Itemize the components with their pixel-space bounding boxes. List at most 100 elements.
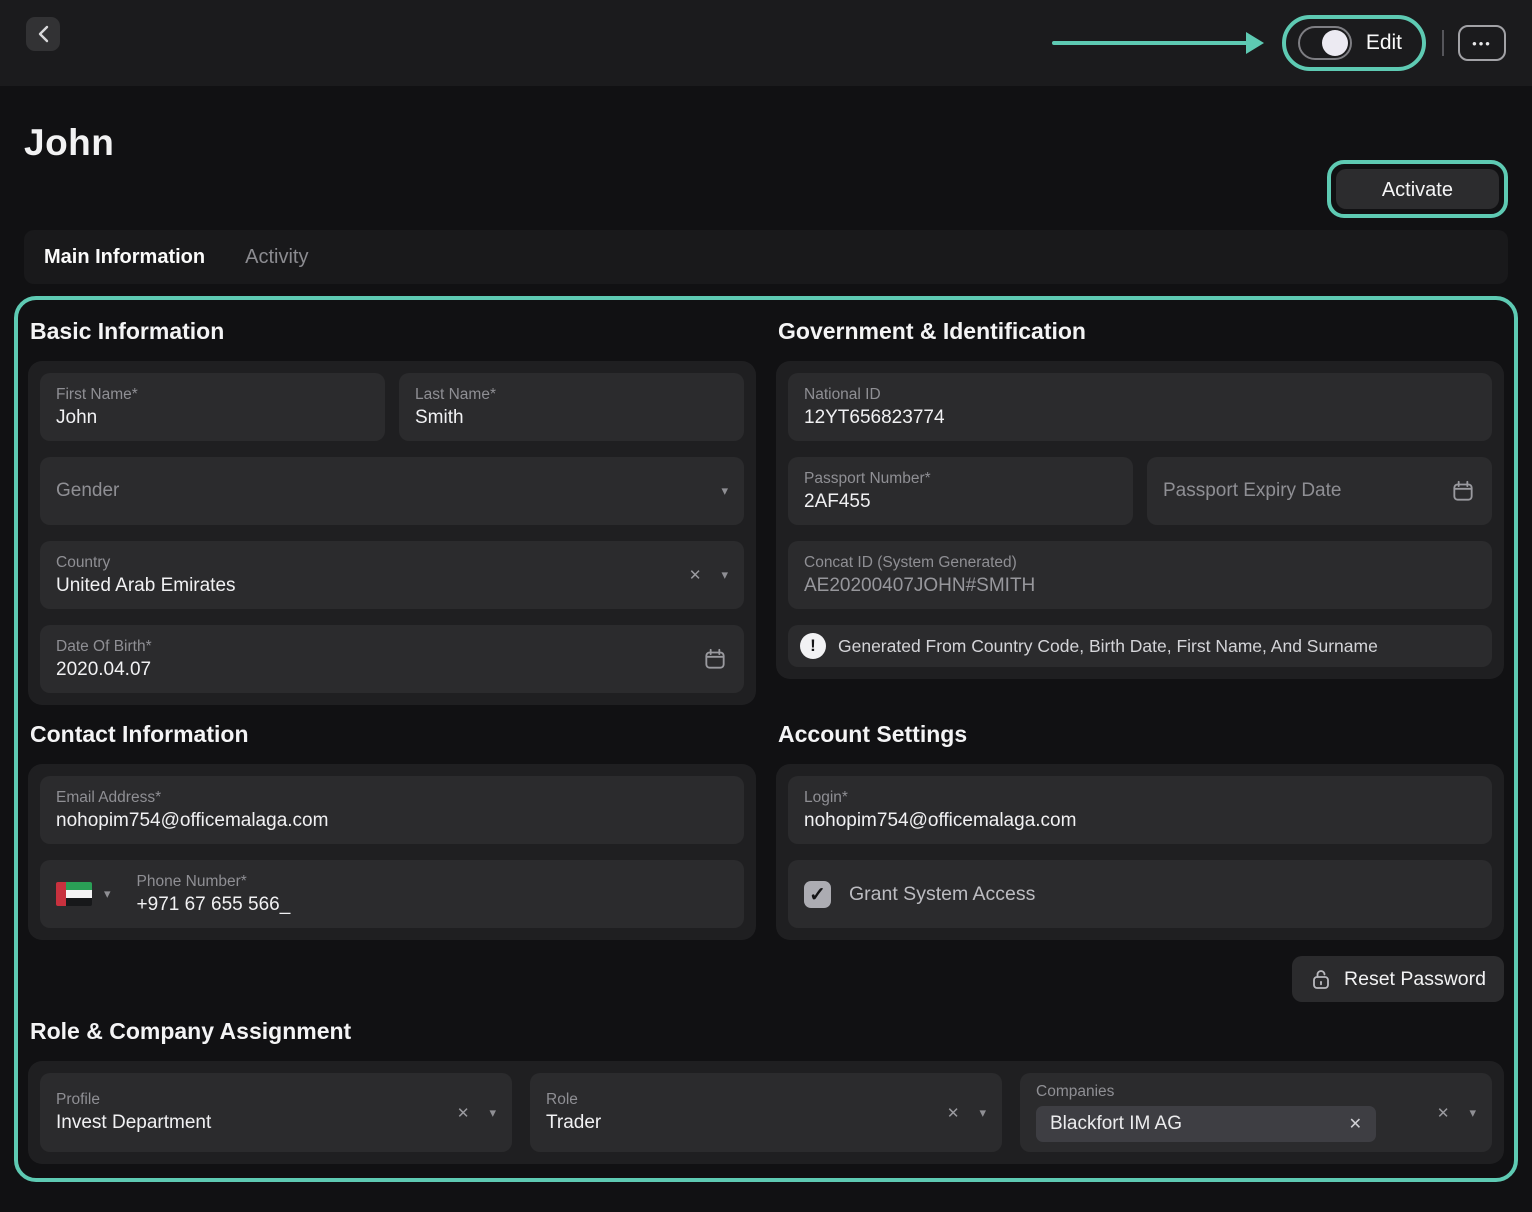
- last-name-field[interactable]: Last Name* Smith: [399, 373, 744, 441]
- role-label: Role: [546, 1091, 935, 1109]
- more-options-button[interactable]: •••: [1458, 25, 1506, 61]
- profile-value: Invest Department: [56, 1112, 445, 1134]
- reset-password-button[interactable]: Reset Password: [1292, 956, 1504, 1002]
- chevron-down-icon[interactable]: ▾: [721, 483, 728, 499]
- section-basic-information: Basic Information First Name* John Last …: [28, 302, 756, 705]
- reset-password-label: Reset Password: [1344, 968, 1486, 991]
- company-chip[interactable]: Blackfort IM AG ✕: [1036, 1106, 1376, 1142]
- dob-value: 2020.04.07: [56, 659, 690, 681]
- calendar-icon[interactable]: [1450, 478, 1476, 504]
- companies-select[interactable]: Companies Blackfort IM AG ✕ ✕ ▾: [1020, 1073, 1492, 1152]
- email-label: Email Address*: [56, 789, 728, 807]
- passport-row: Passport Number* 2AF455 Passport Expiry …: [788, 457, 1492, 525]
- basic-information-panel: First Name* John Last Name* Smith Gender…: [28, 361, 756, 705]
- name-row: First Name* John Last Name* Smith: [40, 373, 744, 441]
- contact-panel: Email Address* nohopim754@officemalaga.c…: [28, 764, 756, 940]
- reset-password-row: Reset Password: [776, 956, 1504, 1002]
- clear-icon[interactable]: ✕: [457, 1104, 470, 1122]
- company-chip-label: Blackfort IM AG: [1050, 1113, 1182, 1135]
- passport-expiry-field[interactable]: Passport Expiry Date: [1147, 457, 1492, 525]
- profile-label: Profile: [56, 1091, 445, 1109]
- tab-main-information[interactable]: Main Information: [44, 246, 205, 269]
- uae-flag-icon: [56, 882, 92, 906]
- toggle-knob: [1322, 30, 1348, 56]
- phone-label: Phone Number*: [137, 873, 728, 891]
- first-name-value: John: [56, 407, 369, 429]
- section-contact-information: Contact Information Email Address* nohop…: [28, 705, 756, 1002]
- passport-number-label: Passport Number*: [804, 470, 1117, 488]
- login-value: nohopim754@officemalaga.com: [804, 810, 1476, 832]
- concat-id-note: ! Generated From Country Code, Birth Dat…: [788, 625, 1492, 667]
- chevron-left-icon: [37, 25, 49, 43]
- top-bar: Edit •••: [0, 0, 1532, 86]
- section-title: Government & Identification: [778, 318, 1504, 345]
- edit-toggle-highlight: Edit: [1282, 15, 1426, 71]
- concat-id-value: AE20200407JOHN#SMITH: [804, 575, 1476, 597]
- exclamation-icon: !: [800, 633, 826, 659]
- country-select[interactable]: Country United Arab Emirates ✕ ▾: [40, 541, 744, 609]
- profile-select[interactable]: Profile Invest Department ✕ ▾: [40, 1073, 512, 1152]
- role-panel: Profile Invest Department ✕ ▾ Role Trade…: [28, 1061, 1504, 1164]
- country-value: United Arab Emirates: [56, 575, 677, 597]
- passport-number-field[interactable]: Passport Number* 2AF455: [788, 457, 1133, 525]
- check-icon: ✓: [809, 882, 826, 907]
- main-form-container: Basic Information First Name* John Last …: [14, 296, 1518, 1182]
- section-role-company: Role & Company Assignment Profile Invest…: [28, 1002, 1504, 1164]
- gender-label: Gender: [56, 480, 709, 502]
- back-button[interactable]: [26, 17, 60, 51]
- section-title: Basic Information: [30, 318, 756, 345]
- ellipsis-icon: •••: [1472, 36, 1492, 51]
- date-of-birth-field[interactable]: Date Of Birth* 2020.04.07: [40, 625, 744, 693]
- clear-icon[interactable]: ✕: [1437, 1104, 1450, 1122]
- first-name-label: First Name*: [56, 386, 369, 404]
- grant-system-access-row[interactable]: ✓ Grant System Access: [788, 860, 1492, 928]
- lock-icon: [1310, 967, 1332, 991]
- section-title: Contact Information: [30, 721, 756, 748]
- arrow-right-icon: [1052, 32, 1264, 54]
- email-value: nohopim754@officemalaga.com: [56, 810, 728, 832]
- section-government-identification: Government & Identification National ID …: [776, 302, 1504, 705]
- tab-bar: Main Information Activity: [24, 230, 1508, 284]
- chevron-down-icon[interactable]: ▾: [489, 1105, 496, 1121]
- national-id-value: 12YT656823774: [804, 407, 1476, 429]
- last-name-value: Smith: [415, 407, 728, 429]
- concat-id-field: Concat ID (System Generated) AE20200407J…: [788, 541, 1492, 609]
- national-id-field[interactable]: National ID 12YT656823774: [788, 373, 1492, 441]
- page-title: John: [24, 122, 1508, 164]
- grant-access-checkbox[interactable]: ✓: [804, 881, 831, 908]
- clear-icon[interactable]: ✕: [947, 1104, 960, 1122]
- tab-activity[interactable]: Activity: [245, 246, 308, 269]
- login-label: Login*: [804, 789, 1476, 807]
- activate-button-highlight: Activate: [1327, 160, 1508, 218]
- calendar-icon[interactable]: [702, 646, 728, 672]
- role-select[interactable]: Role Trader ✕ ▾: [530, 1073, 1002, 1152]
- phone-country-selector[interactable]: ▾: [56, 882, 111, 906]
- gender-select[interactable]: Gender ▾: [40, 457, 744, 525]
- edit-toggle-label: Edit: [1366, 31, 1402, 55]
- chevron-down-icon[interactable]: ▾: [979, 1105, 986, 1121]
- edit-toggle[interactable]: [1298, 26, 1352, 60]
- section-title: Role & Company Assignment: [30, 1018, 1504, 1045]
- phone-value: +971 67 655 566_: [137, 894, 728, 916]
- chip-remove-icon[interactable]: ✕: [1349, 1114, 1362, 1134]
- national-id-label: National ID: [804, 386, 1476, 404]
- clear-icon[interactable]: ✕: [689, 566, 702, 584]
- activate-row: Activate: [24, 160, 1508, 218]
- chevron-down-icon[interactable]: ▾: [721, 567, 728, 583]
- passport-number-value: 2AF455: [804, 491, 1117, 513]
- companies-label: Companies: [1036, 1083, 1425, 1101]
- activate-button[interactable]: Activate: [1336, 169, 1499, 209]
- concat-id-label: Concat ID (System Generated): [804, 554, 1476, 572]
- role-value: Trader: [546, 1112, 935, 1134]
- topbar-divider: [1442, 30, 1444, 56]
- chevron-down-icon: ▾: [104, 886, 111, 902]
- note-text: Generated From Country Code, Birth Date,…: [838, 636, 1378, 657]
- chevron-down-icon[interactable]: ▾: [1469, 1105, 1476, 1121]
- email-field[interactable]: Email Address* nohopim754@officemalaga.c…: [40, 776, 744, 844]
- grant-access-label: Grant System Access: [849, 883, 1035, 906]
- last-name-label: Last Name*: [415, 386, 728, 404]
- passport-expiry-label: Passport Expiry Date: [1163, 480, 1438, 502]
- first-name-field[interactable]: First Name* John: [40, 373, 385, 441]
- login-field[interactable]: Login* nohopim754@officemalaga.com: [788, 776, 1492, 844]
- phone-field[interactable]: ▾ Phone Number* +971 67 655 566_: [40, 860, 744, 928]
